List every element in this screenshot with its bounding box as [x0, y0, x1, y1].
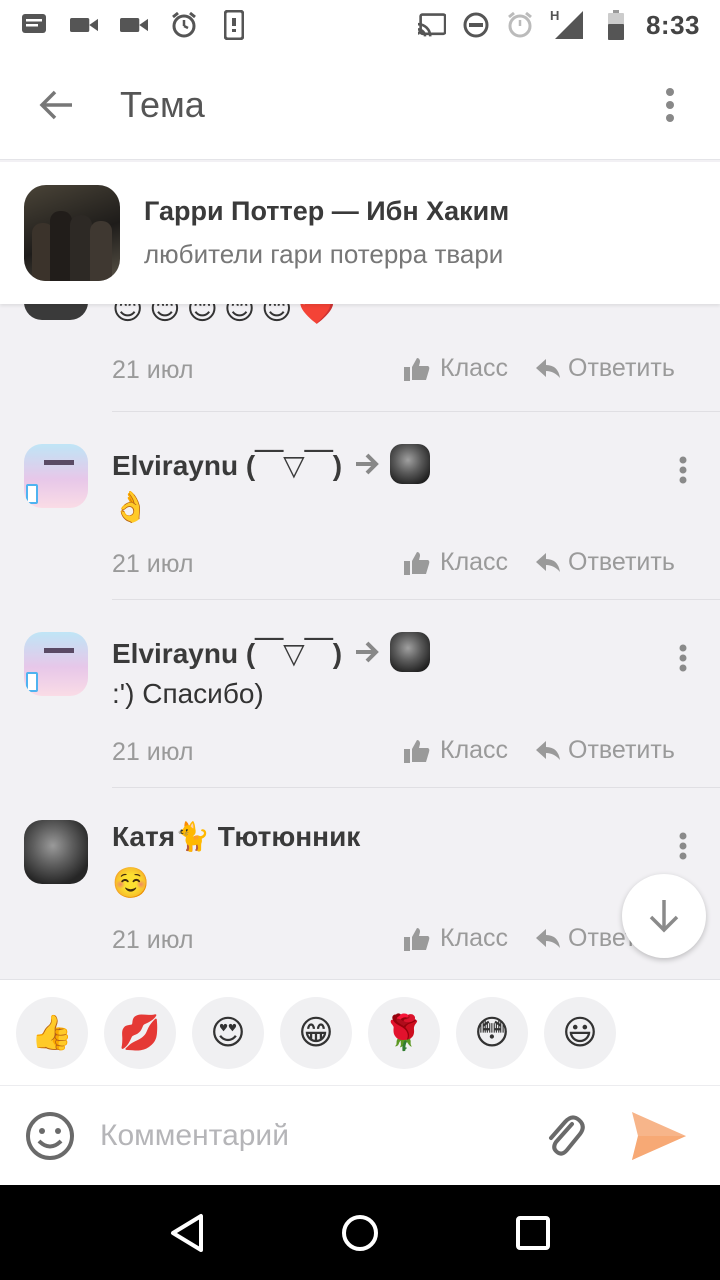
- back-button[interactable]: [26, 75, 86, 135]
- sticker-heart-eyes[interactable]: 😍: [192, 996, 264, 1069]
- reply-button[interactable]: Ответить: [536, 548, 675, 577]
- more-vertical-icon: [679, 832, 687, 860]
- video-camera-icon: [120, 12, 148, 38]
- scroll-to-bottom-button[interactable]: [622, 874, 706, 958]
- comment-date: 21 июл: [112, 738, 194, 766]
- sticker-kiss[interactable]: 💋: [104, 996, 176, 1069]
- topic-title: Гарри Поттер — Ибн Хаким: [144, 196, 510, 226]
- triangle-back-icon: [170, 1213, 203, 1252]
- comment-item: Elviraynu (￣▽￣) :') Спасибо) 21 июл Клас…: [0, 600, 720, 788]
- arrow-right-icon: [356, 453, 379, 475]
- send-icon[interactable]: [630, 1110, 688, 1162]
- video-camera-icon: [70, 12, 98, 38]
- reply-label: Ответить: [568, 548, 675, 576]
- system-nav-bar: [0, 1185, 720, 1280]
- reply-icon: [536, 358, 560, 378]
- more-vertical-icon: [679, 644, 687, 672]
- sticker-thumbs-up[interactable]: 👍: [16, 996, 88, 1069]
- like-label: Класс: [440, 354, 509, 382]
- comment-text: :') Спасибо): [112, 678, 264, 709]
- quick-sticker-bar: 👍 💋 😍 😁 🌹 😳 😃: [0, 979, 720, 1085]
- phone-icon: [220, 10, 248, 40]
- topic-header[interactable]: Гарри Поттер — Ибн Хаким любители гари п…: [0, 162, 720, 304]
- like-label: Класс: [440, 736, 509, 764]
- comment-menu-button[interactable]: [668, 826, 698, 866]
- thumbs-up-icon: [404, 551, 430, 575]
- avatar[interactable]: [24, 444, 88, 508]
- comment-date: 21 июл: [112, 356, 194, 384]
- like-button[interactable]: Класс: [404, 924, 508, 953]
- reply-button[interactable]: Ответить: [536, 354, 675, 383]
- alarm-icon: [506, 11, 534, 38]
- comment-menu-button[interactable]: [668, 450, 698, 490]
- like-button[interactable]: Класс: [404, 736, 508, 765]
- alarm-icon: [170, 11, 198, 38]
- nav-home-button[interactable]: [336, 1209, 384, 1257]
- comment-item: Elviraynu (￣▽￣) 👌 21 июл Класс Ответить: [0, 412, 720, 600]
- circle-home-icon: [341, 1214, 378, 1251]
- thumbs-up-icon: [404, 739, 430, 763]
- arrow-down-icon: [649, 900, 679, 933]
- reply-icon: [536, 552, 560, 572]
- reply-label: Ответить: [568, 354, 675, 382]
- like-label: Класс: [440, 924, 509, 952]
- reply-to-avatar[interactable]: [390, 444, 431, 484]
- app-bar: Тема: [0, 50, 720, 160]
- comment-item: Катя🐈 Тютюнник ☺️ 21 июл Класс Ответить: [0, 788, 720, 976]
- square-recents-icon: [516, 1215, 551, 1250]
- battery-icon: [602, 10, 630, 40]
- thumbs-up-icon: [404, 357, 430, 381]
- comment-actions: 21 июл Класс Ответить: [0, 304, 720, 412]
- avatar[interactable]: [24, 820, 88, 884]
- more-vertical-icon: [666, 87, 674, 122]
- comment-composer: [0, 1085, 720, 1185]
- comment-author[interactable]: Elviraynu (￣▽￣): [112, 444, 342, 484]
- like-button[interactable]: Класс: [404, 548, 508, 577]
- sticker-grin[interactable]: 😁: [280, 996, 352, 1069]
- comment-text: 👌: [112, 491, 150, 524]
- nav-recents-button[interactable]: [509, 1209, 557, 1257]
- sticker-flushed[interactable]: 😳: [456, 996, 528, 1069]
- nav-back-button[interactable]: [163, 1209, 211, 1257]
- reply-icon: [536, 740, 560, 760]
- topic-subtitle: любители гари потерра твари: [144, 239, 504, 269]
- reply-icon: [536, 928, 560, 948]
- emoji-picker-button[interactable]: [24, 1110, 76, 1162]
- sticker-rose[interactable]: 🌹: [368, 996, 440, 1069]
- more-vertical-icon: [679, 456, 687, 484]
- overflow-menu-button[interactable]: [642, 75, 698, 135]
- arrow-right-icon: [356, 641, 379, 663]
- comment-author[interactable]: Катя🐈 Тютюнник: [112, 820, 360, 853]
- comment-date: 21 июл: [112, 926, 194, 954]
- reply-label: Ответить: [568, 736, 675, 764]
- comments-feed[interactable]: 😊 😊 😊 😊 😊 ❤️ 21 июл Класс Ответить Elvir…: [0, 304, 720, 978]
- like-button[interactable]: Класс: [404, 354, 508, 383]
- comment-author[interactable]: Elviraynu (￣▽￣): [112, 632, 342, 672]
- reply-button[interactable]: Ответить: [536, 736, 675, 765]
- signal-icon: H: [550, 8, 586, 39]
- status-bar: H 8:33: [0, 0, 720, 50]
- arrow-left-icon: [39, 90, 72, 119]
- comment-menu-button[interactable]: [668, 638, 698, 678]
- avatar[interactable]: [24, 632, 88, 696]
- do-not-disturb-icon: [462, 12, 490, 38]
- comment-date: 21 июл: [112, 550, 194, 578]
- thumbs-up-icon: [404, 927, 430, 951]
- page-title: Тема: [120, 83, 205, 125]
- group-avatar: [24, 185, 120, 281]
- paperclip-icon[interactable]: [542, 1112, 586, 1160]
- comment-text: ☺️: [112, 867, 150, 900]
- clock: 8:33: [645, 9, 700, 40]
- network-type-label: H: [549, 8, 560, 23]
- comment-input[interactable]: [100, 1118, 520, 1153]
- message-icon: [20, 12, 48, 38]
- like-label: Класс: [440, 548, 509, 576]
- sticker-smile[interactable]: 😃: [544, 996, 616, 1069]
- cast-icon: [417, 12, 446, 38]
- reply-to-avatar[interactable]: [390, 632, 431, 672]
